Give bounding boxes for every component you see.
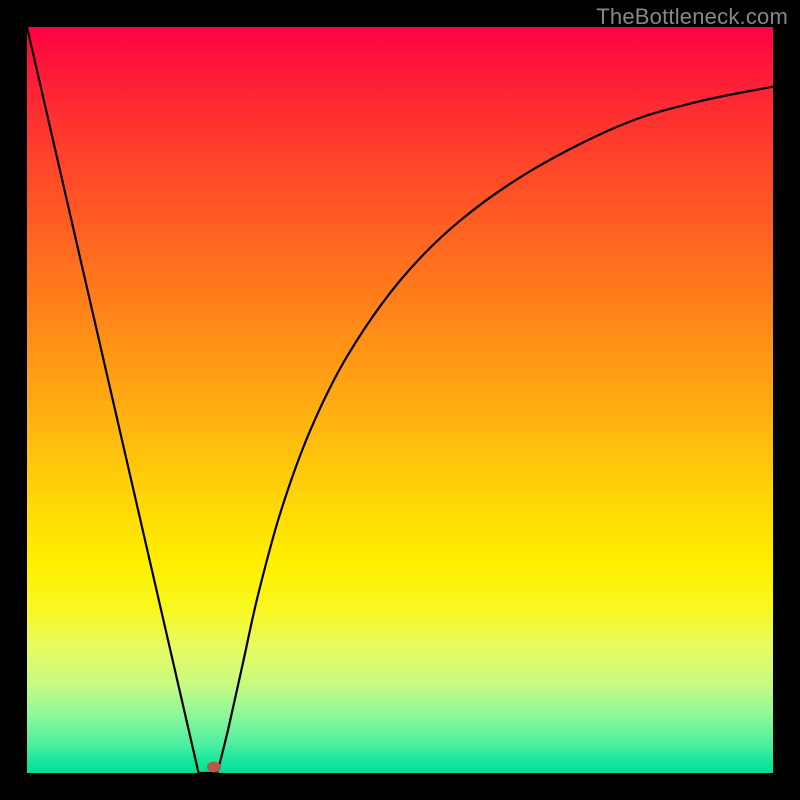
plot-area — [27, 27, 773, 773]
watermark-text: TheBottleneck.com — [596, 4, 788, 30]
chart-frame: TheBottleneck.com — [0, 0, 800, 800]
bottleneck-curve — [27, 27, 773, 773]
optimal-point-marker — [207, 762, 221, 773]
